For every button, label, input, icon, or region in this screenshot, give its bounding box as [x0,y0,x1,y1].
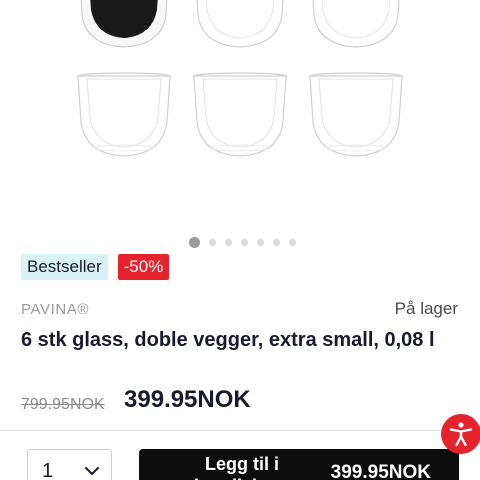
sale-price: 399.95NOK [124,386,251,413]
stock-status: På lager [394,299,458,318]
carousel-dot[interactable] [272,238,280,246]
carousel-pagination [0,236,480,248]
accessibility-icon [449,422,473,447]
add-to-cart-label: Legg til i handlekurv [194,454,290,480]
quantity-value: 1 [42,460,54,480]
glass-image-black [80,0,168,48]
glass-image [312,0,400,48]
carousel-dot[interactable] [224,238,232,246]
purchase-bar: 1 Legg til i handlekurv 399.95NOK [0,430,480,480]
accessibility-button[interactable] [441,414,480,454]
brand-name[interactable]: PAVINA® [21,301,89,318]
carousel-dot[interactable] [208,238,216,246]
product-image-gallery[interactable] [0,0,480,232]
glass-image [77,72,171,157]
carousel-dot[interactable] [240,238,248,246]
product-title: 6 stk glass, doble vegger, extra small, … [21,329,435,351]
quantity-select[interactable]: 1 [27,449,112,480]
add-to-cart-price: 399.95NOK [330,462,431,480]
carousel-dot[interactable] [288,238,296,246]
glass-image [196,0,284,48]
bestseller-badge: Bestseller [21,254,108,280]
discount-badge: -50% [117,254,170,280]
carousel-dot[interactable] [188,236,200,248]
chevron-down-icon [85,467,99,475]
carousel-dot[interactable] [256,238,264,246]
original-price: 799.95NOK [21,396,105,413]
glass-image [193,72,287,157]
add-to-cart-button[interactable]: Legg til i handlekurv 399.95NOK [139,449,459,480]
product-badges: Bestseller -50% [21,254,170,280]
glass-image [309,72,403,157]
